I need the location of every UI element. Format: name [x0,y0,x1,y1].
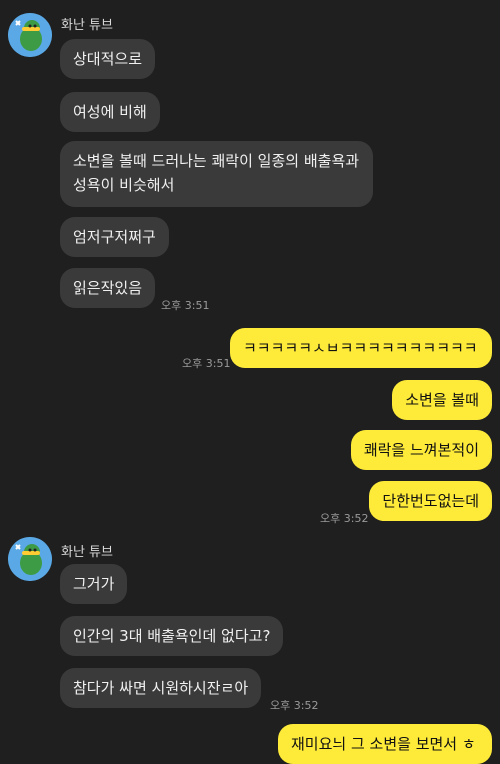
sender-name: 화난 튜브 [61,18,113,33]
angry-duck-icon [8,13,52,57]
chat-bubble-incoming[interactable]: 소변을 볼때 드러나는 쾌락이 일종의 배출욕과 성욕이 비슷해서 [60,141,373,207]
chat-bubble-incoming[interactable]: 읽은작있음 [60,268,156,308]
chat-bubble-outgoing[interactable]: 소변을 볼때 [392,380,492,420]
angry-duck-icon [8,537,52,581]
chat-bubble-incoming[interactable]: 그거가 [60,564,128,604]
chat-bubble-outgoing[interactable]: 단한번도없는데 [369,481,492,521]
message-timestamp: 오후 3:52 [270,699,319,712]
chat-bubble-outgoing[interactable]: ㅋㅋㅋㅋㅋㅅㅂㅋㅋㅋㅋㅋㅋㅋㅋㅋㅋ [230,328,492,368]
chat-bubble-incoming[interactable]: 참다가 싸면 시원하시잔ㄹ아 [60,668,262,708]
chat-bubble-incoming[interactable]: 인간의 3대 배출욕인데 없다고? [60,616,284,656]
chat-bubble-incoming[interactable]: 여성에 비해 [60,92,160,132]
message-timestamp: 오후 3:52 [320,512,369,525]
chat-bubble-incoming[interactable]: 엄저구저쩌구 [60,217,169,257]
chat-bubble-incoming[interactable]: 상대적으로 [60,39,156,79]
sender-name: 화난 튜브 [61,545,113,560]
message-timestamp: 오후 3:51 [161,299,210,312]
message-timestamp: 오후 3:51 [182,357,231,370]
chat-bubble-outgoing[interactable]: 쾌락을 느껴본적이 [350,430,492,470]
avatar[interactable] [8,13,52,57]
avatar[interactable] [8,537,52,581]
chat-bubble-outgoing[interactable]: 재미요늬 그 소변을 보면서 ㅎ [278,724,492,764]
